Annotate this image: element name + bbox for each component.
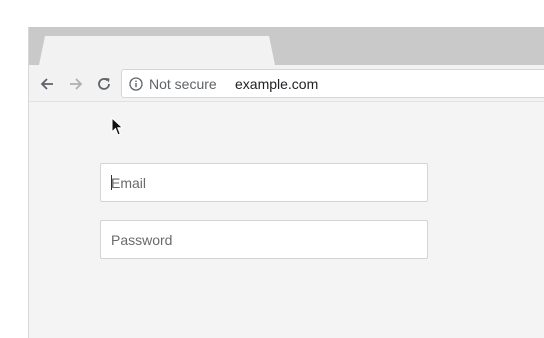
arrow-right-icon	[70, 78, 83, 90]
page-content	[29, 103, 544, 338]
tab-strip	[29, 27, 544, 65]
reload-icon	[98, 78, 110, 90]
url-text[interactable]: example.com	[235, 76, 318, 92]
email-field[interactable]	[100, 163, 428, 202]
browser-window: Not secure example.com	[28, 27, 544, 338]
forward-button[interactable]	[65, 73, 87, 95]
reload-button[interactable]	[93, 73, 115, 95]
text-caret	[111, 175, 112, 190]
mouse-pointer-icon	[111, 117, 124, 136]
active-tab[interactable]	[39, 36, 275, 65]
back-button[interactable]	[36, 73, 58, 95]
address-bar[interactable]: Not secure example.com	[121, 69, 544, 98]
security-label[interactable]: Not secure	[149, 76, 217, 92]
arrow-left-icon	[40, 78, 53, 90]
password-field[interactable]	[100, 220, 428, 259]
info-icon[interactable]	[129, 77, 143, 91]
browser-toolbar: Not secure example.com	[29, 65, 544, 102]
